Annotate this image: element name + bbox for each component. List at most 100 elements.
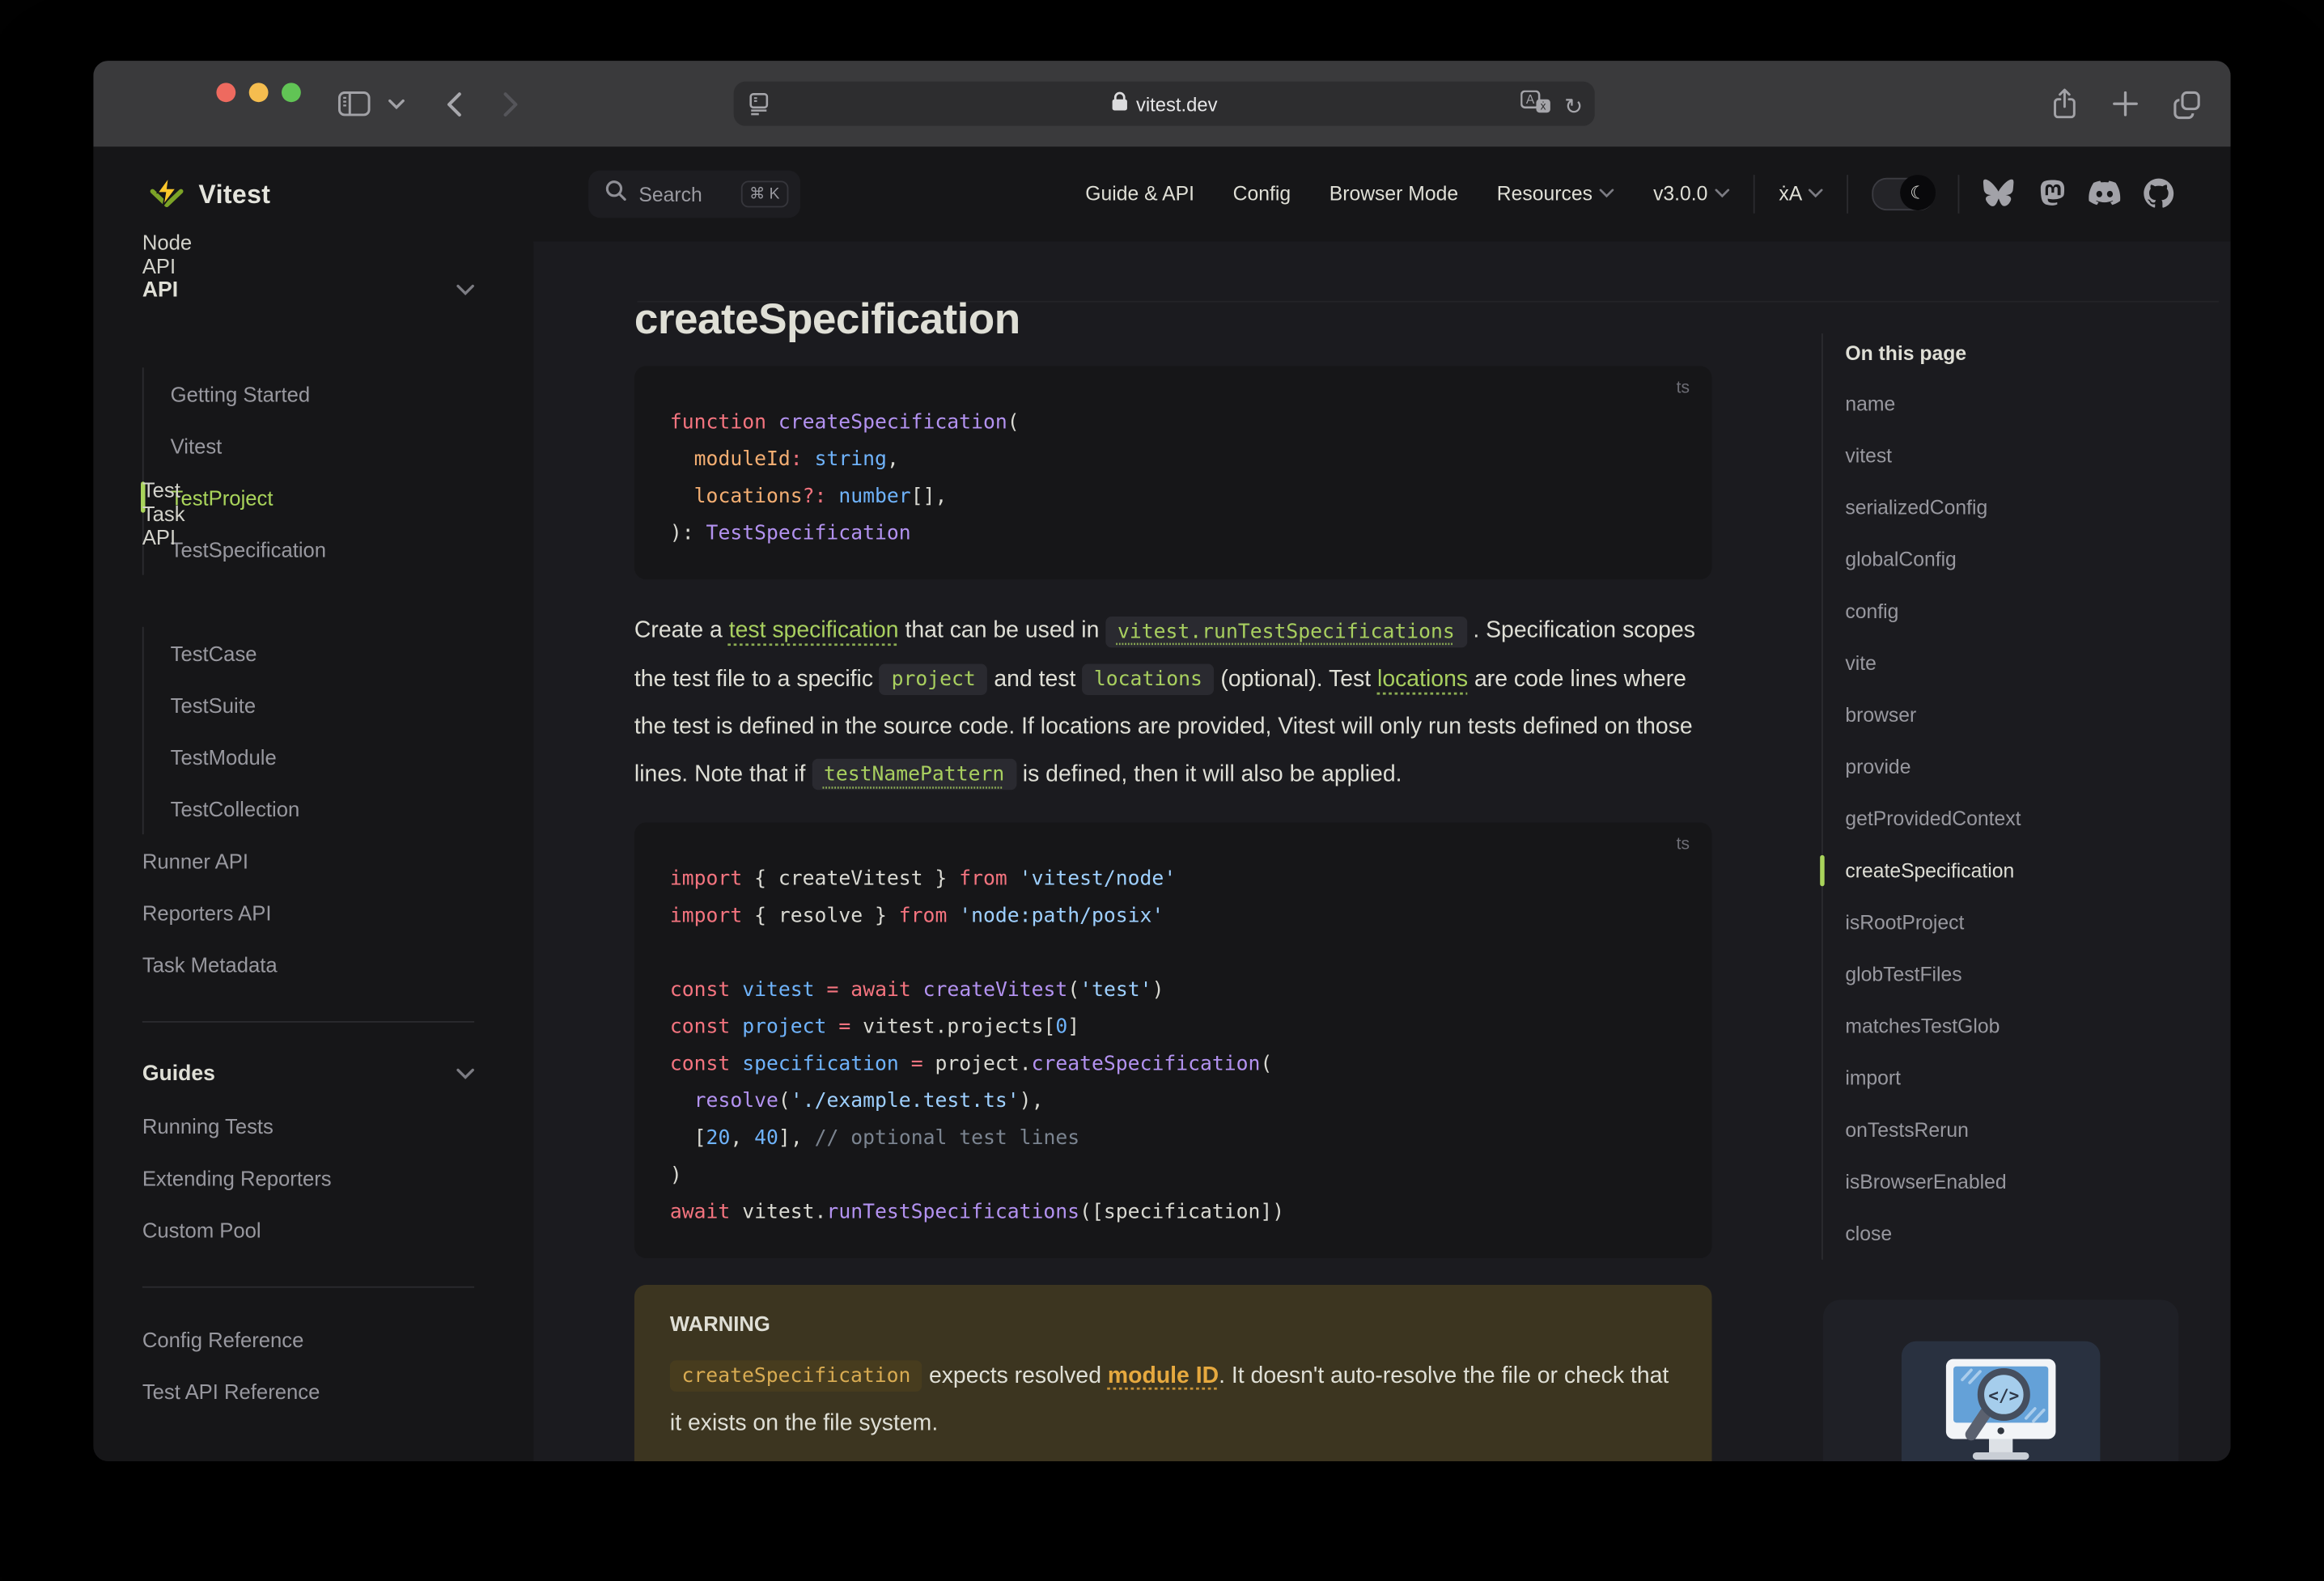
nav-guide-api[interactable]: Guide & API [1085, 182, 1194, 204]
reload-icon[interactable]: ↻ [1564, 95, 1583, 117]
sidebar: Vitest API Node API Getting Started Vitest T… [93, 146, 534, 1461]
new-tab-icon[interactable] [2112, 91, 2139, 117]
theme-toggle[interactable]: ☾ [1872, 174, 1936, 210]
sidebar-item-testsuite[interactable]: TestSuite [171, 679, 474, 731]
forward-icon[interactable] [503, 92, 519, 117]
toc-item-getprovidedcontext[interactable]: getProvidedContext [1845, 793, 2169, 845]
codelink-testnamepattern[interactable]: testNamePattern [812, 758, 1016, 790]
sidebar-section-guides[interactable]: Guides [142, 1048, 474, 1100]
code-lang-badge: ts [1676, 835, 1690, 854]
text: and test [987, 666, 1083, 692]
sidebar-divider [142, 1020, 475, 1023]
code-locations: locations [1082, 663, 1215, 696]
toc-active-marker [1820, 854, 1825, 887]
toc-item-browser[interactable]: browser [1845, 689, 2169, 741]
toc-item-vitest[interactable]: vitest [1845, 430, 2169, 481]
github-icon[interactable] [2143, 178, 2174, 209]
sidebar-item-extending-reporters[interactable]: Extending Reporters [142, 1151, 474, 1203]
toc-item-name[interactable]: name [1845, 378, 2169, 430]
sidebar-menu-chevron-icon[interactable] [388, 99, 405, 110]
nav-browser-mode[interactable]: Browser Mode [1330, 182, 1458, 204]
translate-icon[interactable]: Aẋ [1520, 90, 1552, 123]
sidebar-toggle-icon[interactable] [337, 91, 371, 117]
toc-item-import[interactable]: import [1845, 1052, 2169, 1104]
nav-version[interactable]: v3.0.0 [1653, 182, 1730, 205]
warning-title: WARNING [669, 1311, 770, 1335]
code-search-monitor-icon: </> [1945, 1358, 2056, 1460]
code-line: const project = vitest.projects[0] [669, 1014, 1080, 1039]
sidebar-item-vitest[interactable]: Vitest [171, 419, 474, 471]
warning-callout: WARNING createSpecification expects reso… [634, 1284, 1712, 1461]
content-area: createSpecification ts function createSp… [533, 241, 2231, 1461]
link-locations[interactable]: locations [1377, 666, 1468, 691]
back-icon[interactable] [446, 92, 462, 117]
sidebar-item-testmodule[interactable]: TestModule [171, 731, 474, 782]
toc-item-serializedconfig[interactable]: serializedConfig [1845, 481, 2169, 533]
sidebar-item-runner-api[interactable]: Runner API [142, 834, 474, 886]
share-icon[interactable] [2050, 86, 2080, 121]
lock-icon [1111, 91, 1127, 116]
bluesky-icon[interactable] [1983, 179, 2014, 208]
sidebar-item-custom-pool[interactable]: Custom Pool [142, 1203, 474, 1255]
toc-item-provide[interactable]: provide [1845, 741, 2169, 793]
chevron-down-icon [456, 1067, 474, 1080]
link-test-specification[interactable]: test specification [729, 618, 899, 643]
sidebar-item-test-task-api[interactable]: Test Task API [142, 477, 185, 549]
sidebar-item-testcollection[interactable]: TestCollection [171, 782, 474, 834]
sidebar-section-api[interactable]: API [142, 264, 474, 316]
toc-item-matchestestglob[interactable]: matchesTestGlob [1845, 1000, 2169, 1052]
toc-item-createspecification[interactable]: createSpecification [1845, 845, 2169, 896]
toc-item-vite[interactable]: vite [1845, 638, 2169, 689]
sidebar-nav: API Node API Getting Started Vitest TestProj… [140, 230, 475, 1417]
mastodon-icon[interactable] [2037, 178, 2067, 209]
close-window-button[interactable] [216, 83, 236, 102]
search-shortcut: ⌘ K [740, 180, 789, 208]
text: (optional). Test [1214, 666, 1378, 692]
minimize-window-button[interactable] [248, 83, 269, 102]
toc-item-close[interactable]: close [1845, 1208, 2169, 1260]
svg-text:ẋ: ẋ [1541, 100, 1546, 112]
language-icon[interactable]: ẋA [1779, 182, 1823, 205]
code-line: resolve('./example.test.ts'), [693, 1088, 1044, 1113]
sidebar-item-test-api-reference[interactable]: Test API Reference [142, 1365, 474, 1417]
sidebar-item-task-metadata[interactable]: Task Metadata [142, 938, 474, 990]
toc-item-isrootproject[interactable]: isRootProject [1845, 896, 2169, 948]
sidebar-item-node-api[interactable]: Node API [142, 227, 192, 279]
nav-resources[interactable]: Resources [1497, 182, 1615, 205]
sidebar-item-getting-started[interactable]: Getting Started [171, 367, 474, 419]
toc-item-ontestsrerun[interactable]: onTestsRerun [1845, 1104, 2169, 1156]
toc-item-config[interactable]: config [1845, 585, 2169, 637]
sponsor-card[interactable]: </> [1822, 1299, 2179, 1461]
nav-config[interactable]: Config [1233, 182, 1291, 204]
logo-text: Vitest [198, 178, 271, 209]
tab-overview-icon[interactable] [2171, 89, 2202, 120]
vitest-logo[interactable]: Vitest [148, 146, 270, 241]
wlink-module-id[interactable]: module ID [1108, 1363, 1219, 1388]
sidebar-item-testspecification[interactable]: TestSpecification [171, 523, 474, 575]
search-input[interactable]: Search ⌘ K [588, 170, 801, 218]
page-title: createSpecification [634, 296, 1020, 344]
doc-main: createSpecification ts function createSp… [634, 242, 1712, 1461]
zoom-window-button[interactable] [282, 83, 301, 102]
url-text: vitest.dev [1135, 92, 1218, 115]
address-bar[interactable]: vitest.dev Aẋ ↻ [733, 81, 1595, 126]
toc-item-globtestfiles[interactable]: globTestFiles [1845, 948, 2169, 1000]
code-line: moduleId: string, [693, 447, 899, 472]
text: that can be used in [898, 617, 1106, 643]
sidebar-item-testcase[interactable]: TestCase [171, 627, 474, 679]
sidebar-item-reporters-api[interactable]: Reporters API [142, 886, 474, 938]
browser-toolbar: vitest.dev Aẋ ↻ [93, 61, 2231, 149]
sidebar-item-testproject[interactable]: TestProject [140, 471, 474, 523]
toc-item-globalconfig[interactable]: globalConfig [1845, 533, 2169, 585]
sidebar-item-config-reference[interactable]: Config Reference [142, 1313, 474, 1365]
code-line: await vitest.runTestSpecifications([spec… [669, 1199, 1285, 1223]
code-line: import { resolve } from 'node:path/posix… [669, 903, 1164, 927]
toc-item-isbrowserenabled[interactable]: isBrowserEnabled [1845, 1156, 2169, 1208]
sidebar-item-running-tests[interactable]: Running Tests [142, 1100, 474, 1151]
code-line: import { createVitest } from 'vitest/nod… [669, 866, 1177, 890]
codelink-vitest-runtestspecifications[interactable]: vitest.runTestSpecifications [1105, 616, 1467, 647]
search-placeholder: Search [638, 183, 702, 206]
divider [1847, 174, 1849, 213]
discord-icon[interactable] [2089, 180, 2121, 206]
warning-body: createSpecification expects resolved mod… [669, 1352, 1677, 1445]
